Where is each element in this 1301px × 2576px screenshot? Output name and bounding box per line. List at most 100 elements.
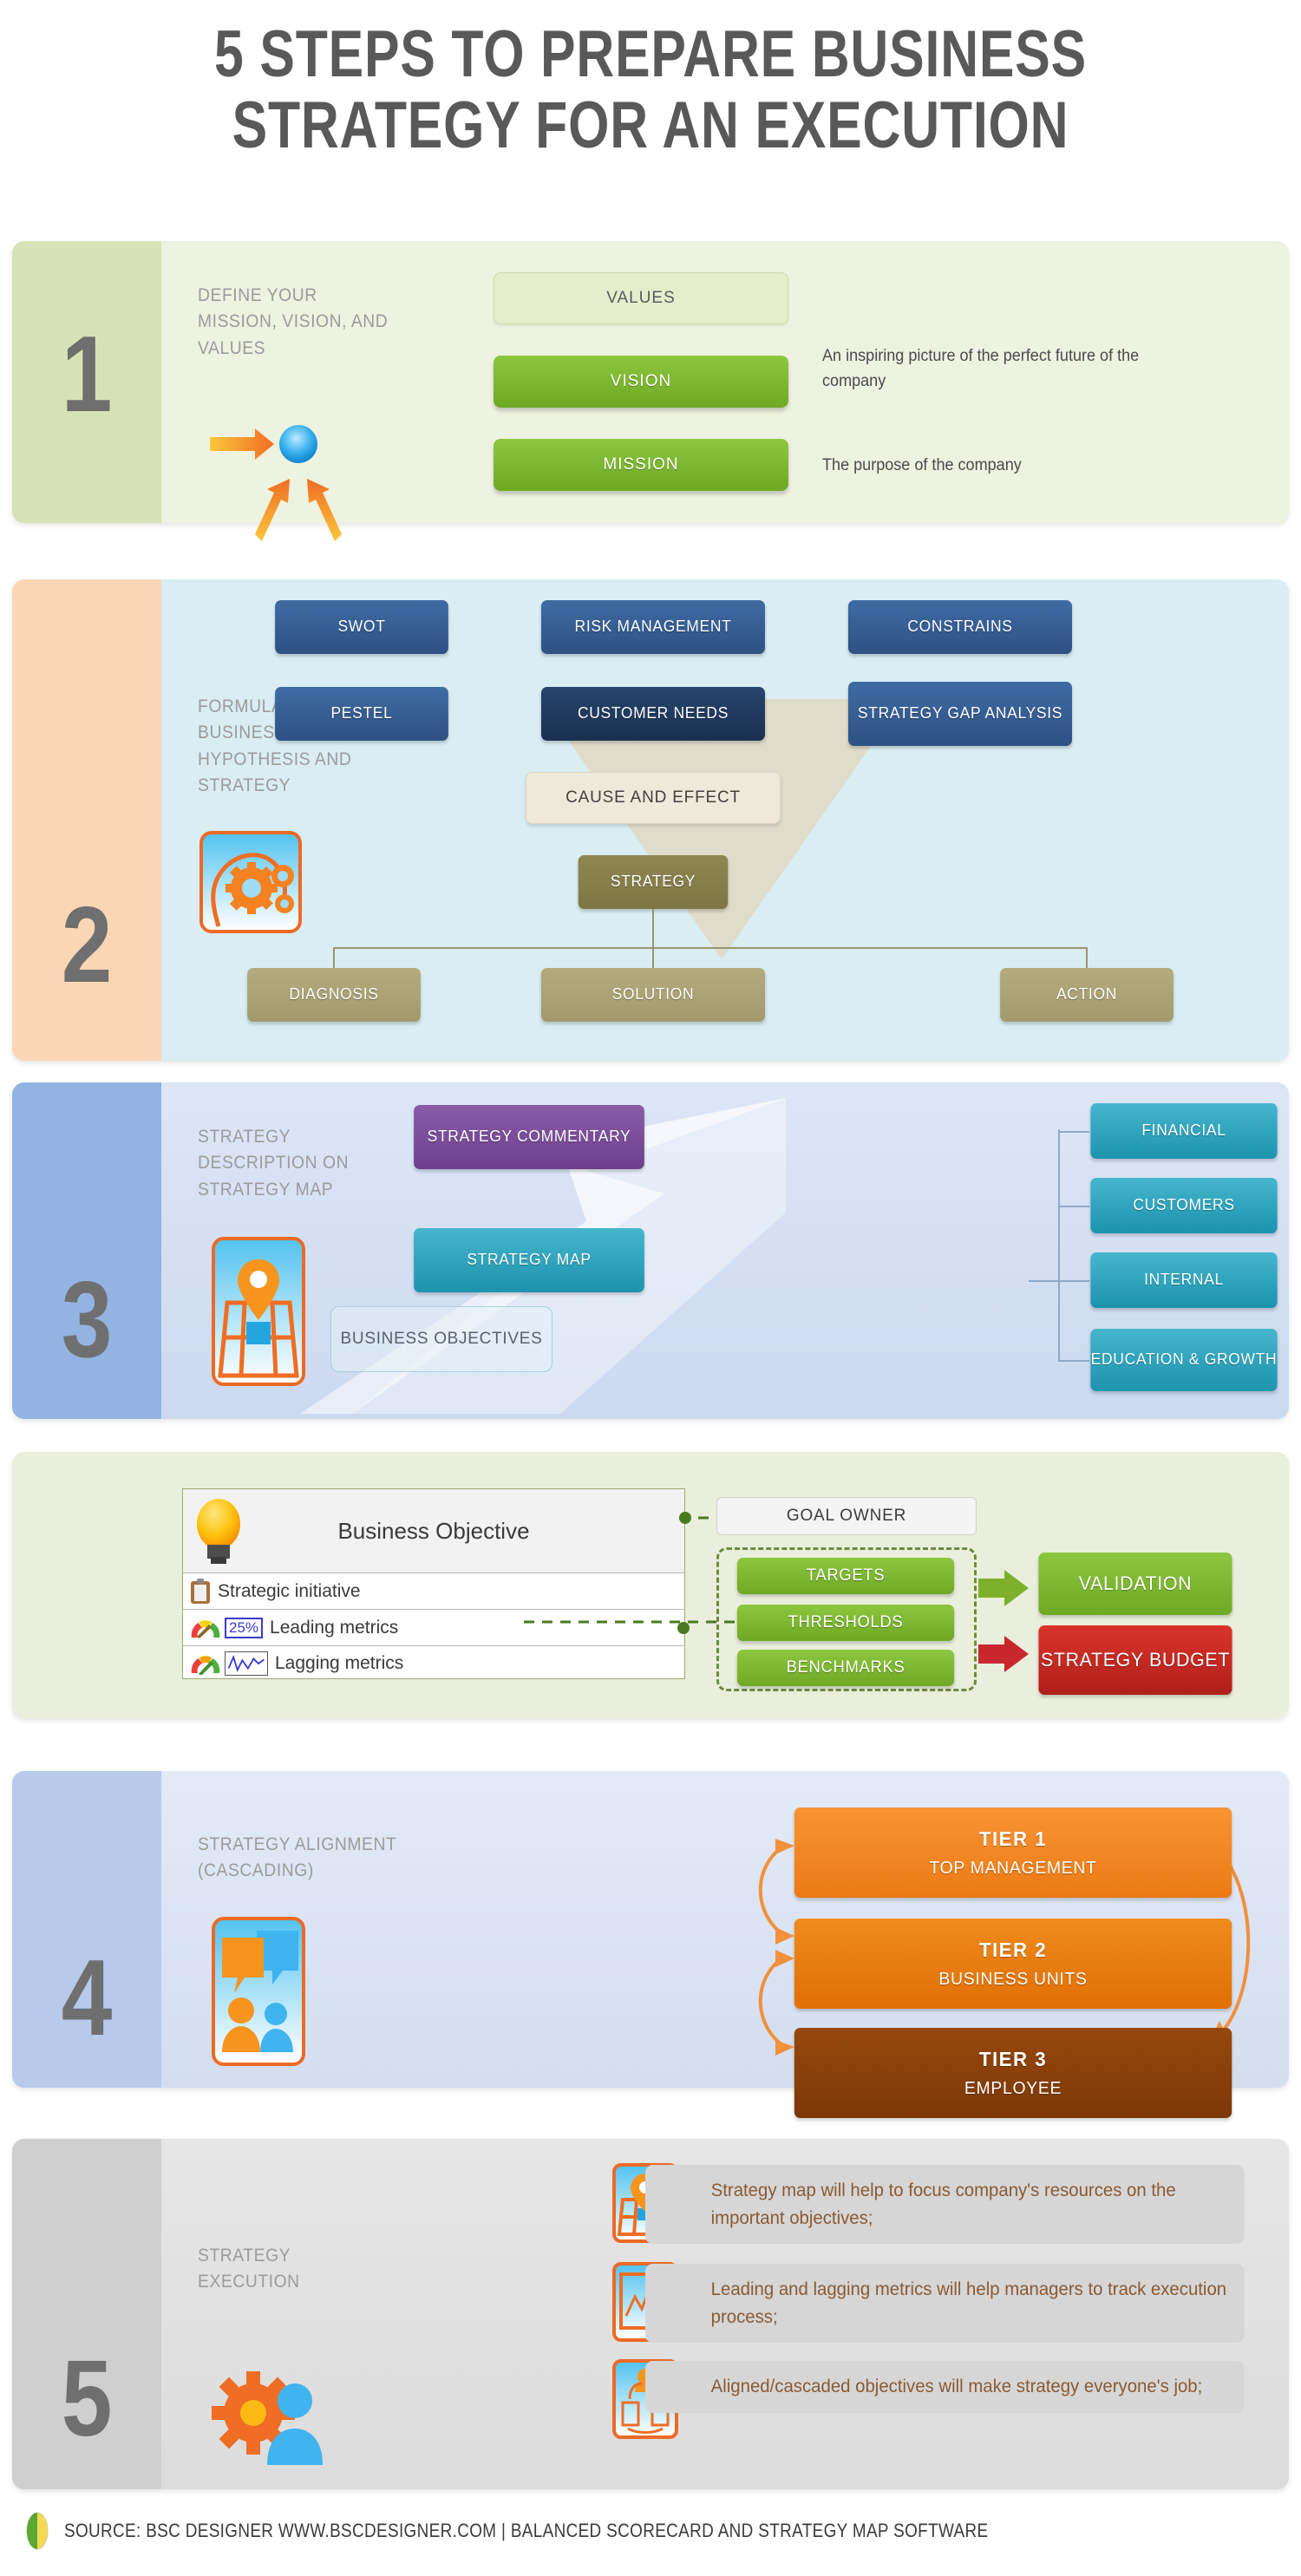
swot-box[interactable]: SWOT	[275, 600, 448, 654]
tier-3-title: TIER 3	[978, 2047, 1048, 2070]
connector-horizontal	[333, 947, 1088, 949]
targets-box[interactable]: TARGETS	[736, 1558, 955, 1594]
tier-3-box[interactable]: TIER 3 EMPLOYEE	[794, 2028, 1232, 2118]
tier-2-box[interactable]: TIER 2 BUSINESS UNITS	[794, 1919, 1232, 2009]
bullet-3-text: Aligned/cascaded objectives will make st…	[645, 2361, 1245, 2413]
people-chat-icon	[212, 1917, 305, 2066]
step-3-label: STRATEGY DESCRIPTION ON STRATEGY MAP	[198, 1127, 350, 1200]
step-4-number: 4	[61, 1939, 113, 2058]
perspective-customers[interactable]: CUSTOMERS	[1090, 1178, 1278, 1233]
step-5-number-column: 5	[12, 2139, 161, 2489]
connector-internal	[1058, 1280, 1089, 1282]
bullet-2-text: Leading and lagging metrics will help ma…	[645, 2264, 1245, 2343]
thresholds-box[interactable]: THRESHOLDS	[736, 1605, 955, 1641]
objective-title: Business Objective	[337, 1517, 530, 1544]
diagnosis-box[interactable]: DIAGNOSIS	[247, 968, 421, 1022]
business-objective-card: Business Objective Strategic initiative …	[182, 1488, 691, 1680]
step-5-label: STRATEGY EXECUTION	[198, 2246, 300, 2292]
connector-strategy-down	[652, 909, 654, 949]
gear-person-icon	[212, 2371, 323, 2465]
step-3-panel: 3 STRATEGY DESCRIPTION ON STRATEGY MAP S…	[12, 1082, 1289, 1419]
arrow-to-budget-icon	[978, 1636, 1029, 1672]
customer-needs-box[interactable]: CUSTOMER NEEDS	[540, 687, 766, 741]
step-5-body: STRATEGY EXECUTION Strategy map will hel…	[161, 2139, 1289, 2489]
connector-solution	[652, 947, 654, 970]
tier-3-subtitle: EMPLOYEE	[964, 2078, 1062, 2098]
step-1-number: 1	[61, 315, 113, 435]
sparkline-icon	[225, 1651, 268, 1676]
lagging-metrics-label: Lagging metrics	[275, 1652, 404, 1673]
clipboard-icon	[191, 1578, 210, 1604]
step-1-label: DEFINE YOUR MISSION, VISION, AND VALUES	[198, 285, 389, 358]
target-arrows-icon	[210, 425, 342, 541]
connector-diagnosis	[333, 947, 335, 970]
cause-and-effect-box[interactable]: CAUSE AND EFFECT	[526, 772, 781, 824]
strategy-commentary-box[interactable]: STRATEGY COMMENTARY	[414, 1105, 644, 1169]
tier-1-subtitle: TOP MANAGEMENT	[929, 1858, 1097, 1878]
leading-metrics-label: Leading metrics	[270, 1617, 399, 1638]
benchmarks-box[interactable]: BENCHMARKS	[736, 1650, 955, 1686]
bsc-logo-icon	[26, 2512, 49, 2550]
tier-2-title: TIER 2	[978, 1938, 1048, 1961]
connector-financial	[1058, 1131, 1089, 1133]
connector-education	[1058, 1360, 1089, 1362]
goal-owner-box[interactable]: GOAL OWNER	[716, 1497, 977, 1535]
connector-vertical	[1058, 1129, 1060, 1362]
head-gears-icon	[199, 831, 302, 933]
leading-metrics-badge: 25%	[225, 1617, 264, 1638]
bullet-1-text: Strategy map will help to focus company'…	[645, 2165, 1245, 2244]
solution-box[interactable]: SOLUTION	[540, 968, 766, 1022]
vision-description: An inspiring picture of the perfect futu…	[822, 347, 1140, 390]
strategic-initiative-label: Strategic initiative	[218, 1580, 361, 1601]
perspective-internal[interactable]: INTERNAL	[1090, 1252, 1278, 1308]
tier-1-box[interactable]: TIER 1 TOP MANAGEMENT	[794, 1808, 1232, 1898]
perspective-financial[interactable]: FINANCIAL	[1090, 1103, 1278, 1159]
connector-action	[1086, 947, 1088, 970]
mission-box[interactable]: MISSION	[494, 439, 788, 491]
strategy-box[interactable]: STRATEGY	[578, 855, 729, 909]
objective-header: Business Objective	[183, 1489, 691, 1572]
step-3-number-column: 3	[12, 1082, 161, 1419]
pestel-box[interactable]: PESTEL	[275, 687, 448, 741]
step-1-number-column: 1	[12, 241, 161, 523]
connector-customers	[1058, 1206, 1089, 1207]
strategy-map-box[interactable]: STRATEGY MAP	[414, 1228, 644, 1292]
action-box[interactable]: ACTION	[1000, 968, 1174, 1022]
step-2-panel: 2 FORMULATING BUSINESS HYPOTHESIS AND ST…	[12, 579, 1289, 1061]
gauge-icon	[191, 1619, 220, 1638]
step-4-panel: 4 STRATEGY ALIGNMENT (CASCADING) TIER 1 …	[12, 1771, 1289, 2118]
footer: SOURCE: BSC DESIGNER WWW.BSCDESIGNER.COM…	[21, 2512, 1287, 2550]
gauge-icon-2	[191, 1655, 220, 1675]
step-2-number-column: 2	[12, 579, 161, 1061]
page-title: 5 STEPS TO PREPARE BUSINESS STRATEGY FOR…	[0, 17, 1301, 163]
tier-2-subtitle: BUSINESS UNITS	[938, 1969, 1088, 1989]
step-4-number-column: 4	[12, 1771, 161, 2088]
row-lagging-metrics[interactable]: Lagging metrics	[183, 1645, 684, 1680]
step-3-number: 3	[61, 1260, 113, 1380]
step-2-body: FORMULATING BUSINESS HYPOTHESIS AND STRA…	[161, 579, 1289, 1061]
row-strategic-initiative[interactable]: Strategic initiative	[183, 1572, 684, 1609]
step-5-panel: 5 STRATEGY EXECUTION Strategy map will h…	[12, 2139, 1289, 2489]
step-5-number: 5	[61, 2339, 113, 2459]
vision-box[interactable]: VISION	[494, 356, 788, 408]
title-line-2: STRATEGY FOR AN EXECUTION	[232, 88, 1069, 163]
risk-management-box[interactable]: RISK MANAGEMENT	[540, 600, 766, 654]
values-box[interactable]: VALUES	[494, 272, 788, 324]
constrains-box[interactable]: CONSTRAINS	[847, 600, 1073, 654]
map-pin-icon	[212, 1237, 305, 1386]
arrow-to-validation-icon	[978, 1570, 1029, 1606]
footer-text: SOURCE: BSC DESIGNER WWW.BSCDESIGNER.COM…	[64, 2520, 989, 2541]
business-objectives-box[interactable]: BUSINESS OBJECTIVES	[330, 1306, 552, 1372]
strategy-budget-box[interactable]: STRATEGY BUDGET	[1038, 1625, 1232, 1695]
step-1-panel: 1 DEFINE YOUR MISSION, VISION, AND VALUE…	[12, 241, 1289, 541]
lightbulb-icon	[197, 1499, 240, 1564]
step-4-label: STRATEGY ALIGNMENT (CASCADING)	[198, 1834, 397, 1881]
mission-description: The purpose of the company	[822, 456, 1022, 474]
step-4-body: STRATEGY ALIGNMENT (CASCADING) TIER 1 TO…	[161, 1771, 1289, 2118]
tier-1-title: TIER 1	[978, 1827, 1048, 1850]
validation-box[interactable]: VALIDATION	[1038, 1553, 1232, 1615]
title-line-1: 5 STEPS TO PREPARE BUSINESS	[214, 17, 1087, 91]
objective-detail-panel: Business Objective Strategic initiative …	[12, 1452, 1289, 1718]
perspective-education-growth[interactable]: EDUCATION & GROWTH	[1090, 1329, 1278, 1391]
strategy-gap-analysis-box[interactable]: STRATEGY GAP ANALYSIS	[847, 682, 1073, 746]
